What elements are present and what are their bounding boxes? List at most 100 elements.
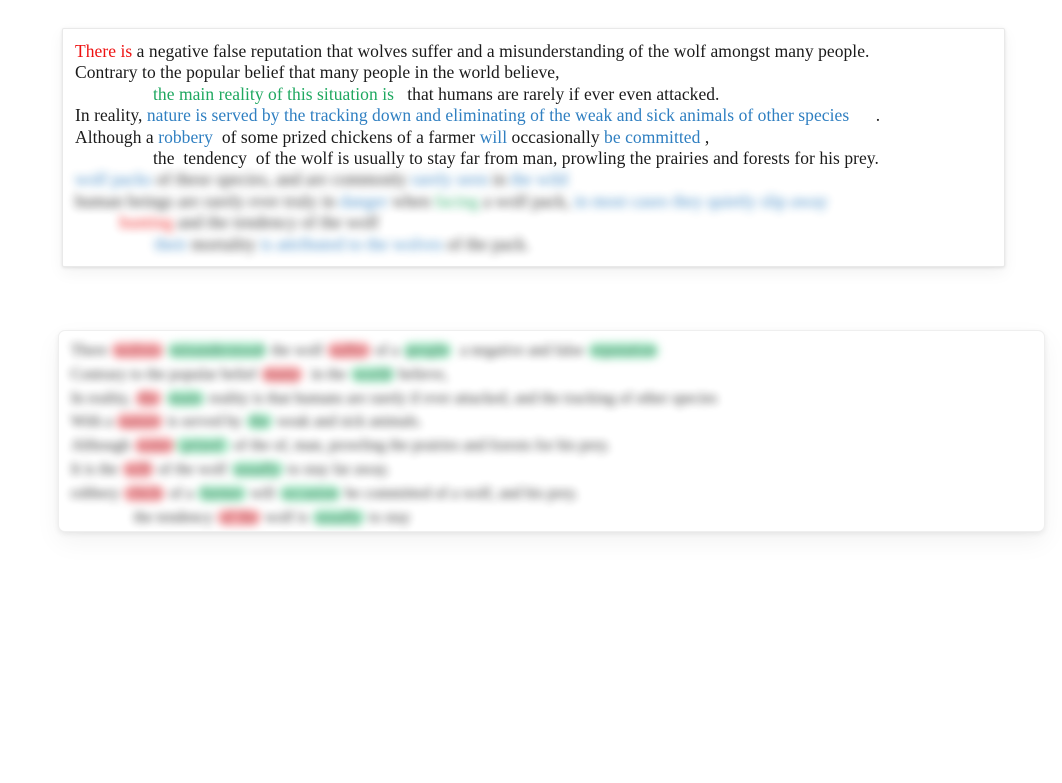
- text-span: wolf is: [261, 508, 312, 526]
- text-span: danger: [339, 190, 388, 211]
- text-line[interactable]: There wolves misunderstood the wolf suff…: [71, 339, 1030, 363]
- highlighted-text-span: many: [260, 365, 304, 383]
- primary-text-lines-blurred: wolf packs of these species, and are com…: [75, 169, 990, 255]
- text-span: [71, 509, 134, 526]
- text-span: Although: [71, 437, 134, 455]
- text-span: [75, 212, 119, 232]
- highlighted-text-span: suffer: [326, 342, 372, 359]
- text-span: that humans are rarely if ever even atta…: [393, 83, 720, 104]
- text-line[interactable]: Contrary to the popular belief that many…: [75, 62, 990, 83]
- highlighted-text-span: world: [350, 365, 395, 383]
- text-span: the wild: [510, 169, 568, 190]
- text-span: and the tendency of the wolf: [173, 212, 379, 233]
- highlighted-text-span: main: [165, 389, 205, 407]
- text-span: the tendency of the wolf is usually to s…: [153, 148, 879, 169]
- text-span: Although a: [75, 126, 159, 147]
- text-span: Contrary to the popular belief that many…: [75, 62, 560, 83]
- text-span: .: [849, 105, 881, 126]
- text-span: It is the: [71, 460, 122, 478]
- text-span: rarely seen: [411, 169, 488, 190]
- highlighted-text-span: will: [121, 460, 155, 478]
- text-span: of the pack.: [442, 233, 530, 254]
- text-span: a wolf pack,: [478, 190, 575, 211]
- highlighted-text-span: chick: [123, 484, 166, 502]
- text-line[interactable]: the tendency of the wolf is usually to s…: [71, 506, 1030, 530]
- highlighted-text-span: reputation: [587, 342, 660, 359]
- text-span: be committed of a wolf, and his prey.: [341, 484, 579, 502]
- text-line[interactable]: Although some prized of the of, man, pro…: [71, 434, 1030, 458]
- text-span: believe,: [394, 365, 448, 383]
- text-span: of a: [371, 342, 403, 359]
- primary-text-lines: There is a negative false reputation tha…: [75, 41, 990, 169]
- text-span: will: [246, 484, 279, 502]
- text-span: Contrary to the popular belief: [71, 365, 261, 383]
- text-span: nature is served by the tracking down an…: [146, 105, 850, 126]
- highlighted-text-span: farmer: [197, 484, 247, 502]
- text-line[interactable]: Contrary to the popular belief many in t…: [71, 363, 1030, 387]
- text-span: to stay far away.: [283, 460, 390, 478]
- text-span: the main reality of this situation is: [153, 83, 394, 104]
- text-span: robbery: [158, 126, 213, 147]
- highlighted-text-span: of the: [217, 508, 262, 526]
- text-span: of these species, and are commonly: [151, 169, 412, 190]
- text-span: their: [154, 233, 187, 254]
- text-span: will: [479, 126, 508, 147]
- highlighted-text-span: the: [245, 413, 273, 431]
- text-span: of some prized chickens of a farmer: [212, 126, 480, 147]
- highlighted-text-span: usually: [230, 460, 284, 478]
- text-span: to stay: [365, 508, 411, 526]
- text-span: in most cases they quietly slip away: [574, 190, 828, 211]
- text-line[interactable]: It is the will of the wolf usually to st…: [71, 458, 1030, 482]
- text-span: There is: [75, 41, 133, 61]
- text-line[interactable]: hunting and the tendency of the wolf: [75, 212, 990, 233]
- text-span: a negative and false: [452, 342, 588, 359]
- text-line[interactable]: Although a robbery of some prized chicke…: [75, 127, 990, 148]
- text-span: occasionally: [507, 126, 605, 147]
- text-span: With a: [71, 413, 117, 431]
- text-proofreading-panel[interactable]: There is a negative false reputation tha…: [62, 28, 1005, 267]
- highlighted-text-span: usually: [311, 508, 366, 526]
- highlighted-text-span: misunderstood: [167, 342, 268, 359]
- text-span: robbery: [71, 484, 124, 502]
- text-line[interactable]: robbery chick of a farmer will occasion …: [71, 482, 1030, 506]
- text-line[interactable]: wolf packs of these species, and are com…: [75, 169, 990, 190]
- text-span: weak and sick animals.: [272, 413, 422, 431]
- text-span: [75, 234, 155, 254]
- text-span: of the wolf: [154, 460, 231, 478]
- highlighted-text-span: occasion: [278, 484, 342, 502]
- text-line[interactable]: In reality, nature is served by the trac…: [75, 105, 990, 126]
- text-span: In reality,: [75, 105, 147, 126]
- text-span: wolf packs: [75, 169, 152, 190]
- text-span: There: [71, 342, 112, 359]
- highlighted-text-span: wolves: [111, 342, 164, 359]
- highlighted-text-span: nature: [116, 413, 164, 431]
- text-span: ,: [700, 126, 710, 147]
- highlighted-text-span: people: [402, 342, 453, 359]
- primary-panel-body: There is a negative false reputation tha…: [63, 29, 1004, 261]
- text-span: a negative false reputation that wolves …: [132, 41, 870, 61]
- text-span: reality is that humans are rarely if eve…: [204, 389, 718, 407]
- text-line[interactable]: their mortality is attributed to the wol…: [75, 234, 990, 255]
- highlighted-text-span: some: [133, 437, 175, 455]
- text-span: In reality,: [71, 389, 135, 407]
- text-line[interactable]: With a nature is served by the weak and …: [71, 410, 1030, 434]
- text-line[interactable]: the tendency of the wolf is usually to s…: [75, 148, 990, 169]
- secondary-text-lines: There wolves misunderstood the wolf suff…: [71, 339, 1030, 529]
- text-span: be committed: [604, 126, 701, 147]
- text-line[interactable]: There is a negative false reputation tha…: [75, 41, 990, 62]
- text-span: in the: [303, 365, 351, 383]
- text-span: human beings are rarely ever truly in: [75, 190, 340, 211]
- text-span: is served by: [163, 413, 246, 431]
- text-line[interactable]: the main reality of this situation is th…: [75, 84, 990, 105]
- secondary-panel-body: There wolves misunderstood the wolf suff…: [59, 331, 1044, 531]
- blurred-comparison-panel[interactable]: There wolves misunderstood the wolf suff…: [58, 330, 1045, 532]
- text-span: facing: [434, 190, 479, 211]
- highlighted-text-span: prized: [174, 437, 230, 455]
- text-span: of the of, man, prowling the prairies an…: [229, 437, 611, 455]
- text-span: is attributed to the wolves: [260, 233, 443, 254]
- text-line[interactable]: In reality, the main reality is that hum…: [71, 387, 1030, 411]
- text-span: the wolf: [267, 342, 327, 359]
- document-page: There is a negative false reputation tha…: [0, 0, 1062, 783]
- text-span: of a: [165, 484, 198, 502]
- text-line[interactable]: human beings are rarely ever truly in da…: [75, 191, 990, 212]
